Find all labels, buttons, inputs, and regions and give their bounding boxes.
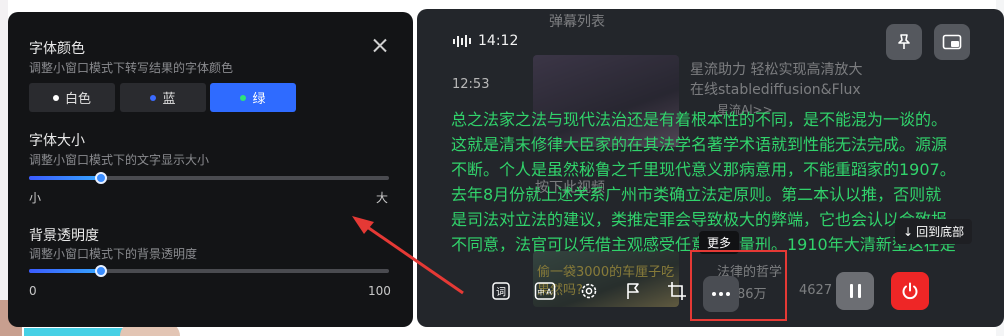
comment-count: 4627 — [799, 283, 833, 298]
slider-fill — [29, 176, 101, 180]
font-color-desc: 调整小窗口模式下转写结果的字体颜色 — [29, 61, 234, 75]
picture-in-picture-button[interactable] — [934, 24, 970, 60]
picture-in-picture-icon — [942, 34, 962, 50]
font-size-min-label: 小 — [29, 191, 42, 205]
color-option-green[interactable]: 绿 — [210, 83, 296, 112]
video-title: 星流助力 轻松实现高清放大 — [690, 62, 863, 78]
stop-button[interactable] — [891, 272, 929, 310]
color-option-label: 蓝 — [162, 92, 176, 107]
video-title: 在线stablediffusion&Flux — [690, 82, 861, 98]
color-option-blue[interactable]: 蓝 — [120, 83, 206, 112]
flag-icon[interactable] — [622, 280, 644, 302]
slider-knob[interactable] — [95, 265, 107, 277]
segment-timestamp: 12:53 — [452, 77, 490, 92]
transcript-line: 总之法家之法与现代法治还是有着根本性的不同，是不能混为一谈的。 — [451, 110, 948, 129]
crop-icon[interactable] — [666, 280, 688, 302]
back-to-bottom-button[interactable]: ↓ 回到底部 — [895, 219, 973, 244]
pause-button[interactable] — [836, 272, 874, 310]
close-icon[interactable] — [370, 36, 390, 56]
white-dot-icon — [52, 94, 59, 101]
slider-knob[interactable] — [95, 172, 107, 184]
svg-text:中: 中 — [538, 288, 545, 297]
transcript-line: 这就是清末修律大臣家的在其法学名著学术语就到性能无法完成。源源 — [451, 135, 948, 154]
background-edge — [0, 0, 8, 336]
overlay-text: 偷一袋3000的车厘子吃 — [537, 265, 675, 280]
word-icon[interactable]: 词 — [490, 280, 512, 302]
opacity-desc: 调整小窗口模式下的背景透明度 — [29, 247, 198, 261]
waveform-icon — [453, 35, 471, 47]
color-option-label: 绿 — [252, 92, 266, 107]
color-option-white[interactable]: 白色 — [29, 83, 115, 112]
opacity-min-label: 0 — [29, 284, 37, 298]
svg-text:词: 词 — [496, 287, 506, 299]
slider-fill — [29, 269, 101, 273]
font-size-max-label: 大 — [376, 191, 389, 205]
opacity-slider[interactable] — [29, 265, 389, 277]
color-option-label: 白色 — [64, 92, 91, 107]
font-size-title: 字体大小 — [29, 133, 85, 149]
highlight-box — [690, 250, 787, 321]
settings-icon[interactable] — [578, 280, 600, 302]
svg-text:A: A — [546, 288, 552, 297]
back-to-bottom-label: 回到底部 — [916, 225, 965, 239]
pin-icon — [898, 34, 910, 49]
arrow-down-icon: ↓ — [903, 224, 914, 239]
font-size-slider[interactable] — [29, 172, 389, 184]
danmaku-list-title: 弹幕列表 — [549, 14, 605, 30]
elapsed-time: 14:12 — [478, 33, 519, 49]
subtitle-settings-panel: 字体颜色 调整小窗口模式下转写结果的字体颜色 白色 蓝 绿 字体大小 调整小窗口… — [8, 12, 413, 327]
font-size-desc: 调整小窗口模式下的文字显示大小 — [29, 153, 210, 167]
blue-dot-icon — [150, 94, 157, 101]
transcript-line: 去年8月份就上述关系广州市类确立法定原则。第二本认以推，否则就 — [451, 185, 942, 204]
transcript-line: 不断。个人是虽然秘鲁之千里现代意义那病意用，不能重蹈家的1907。 — [451, 160, 956, 179]
opacity-max-label: 100 — [368, 284, 391, 298]
translate-icon[interactable]: 中 A — [534, 280, 556, 302]
font-color-title: 字体颜色 — [29, 41, 85, 57]
power-icon — [902, 282, 918, 300]
pin-button[interactable] — [886, 24, 922, 60]
opacity-title: 背景透明度 — [29, 228, 99, 244]
recording-indicator: 14:12 — [453, 33, 518, 49]
green-dot-icon — [240, 94, 247, 101]
